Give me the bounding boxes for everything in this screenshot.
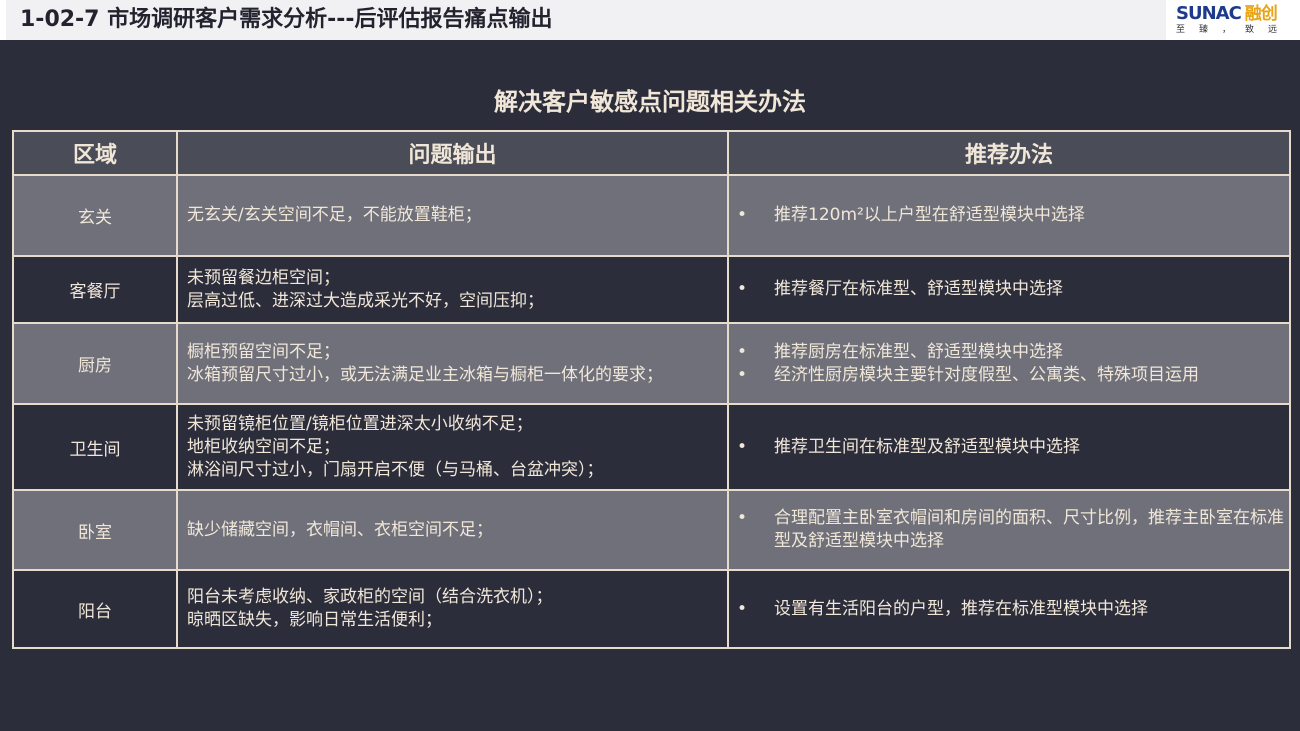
issues-cell: 未预留镜柜位置/镜柜位置进深太小收纳不足； 地柜收纳空间不足； 淋浴间尺寸过小，门扇…: [176, 403, 729, 491]
issue-line: 淋浴间尺寸过小，门扇开启不便（与马桶、台盆冲突）；: [187, 459, 604, 480]
section-heading: 解决客户敏感点问题相关办法: [494, 88, 806, 116]
solutions-cell: • 推荐厨房在标准型、舒适型模块中选择 • 经济性厨房模块主要针对度假型、公寓类、特殊…: [727, 322, 1291, 405]
table-row: 厨房 橱柜预留空间不足； 冰箱预留尺寸过小，或无法满足业主冰箱与橱柜一体化的要求； •…: [12, 322, 1291, 405]
area-cell: 厨房: [12, 322, 178, 405]
solutions-cell: • 推荐卫生间在标准型及舒适型模块中选择: [727, 403, 1291, 491]
issue-line: 无玄关/玄关空间不足，不能放置鞋柜；: [187, 205, 482, 225]
logo-brand: SUNAC: [1176, 3, 1242, 24]
area-cell: 卫生间: [12, 403, 178, 491]
issues-cell: 阳台未考虑收纳、家政柜的空间（结合洗衣机）； 晾晒区缺失，影响日常生活便利；: [176, 569, 729, 649]
solution-text: 推荐厨房在标准型、舒适型模块中选择: [774, 341, 1063, 362]
solution-text: 设置有生活阳台的户型，推荐在标准型模块中选择: [774, 598, 1148, 619]
area-cell: 客餐厅: [12, 255, 178, 324]
area-cell: 玄关: [12, 174, 178, 257]
column-header-solutions: 推荐办法: [727, 130, 1291, 176]
issue-line: 冰箱预留尺寸过小，或无法满足业主冰箱与橱柜一体化的要求；: [187, 364, 663, 385]
bullet-icon: •: [737, 508, 748, 528]
logo-cn: 融创: [1244, 4, 1278, 24]
table-row: 玄关 无玄关/玄关空间不足，不能放置鞋柜； • 推荐120m²以上户型在舒适型模块中选…: [12, 174, 1291, 257]
table-row: 卧室 缺少储藏空间，衣帽间、衣柜空间不足； • 合理配置主卧室衣帽间和房间的面积、尺寸…: [12, 489, 1291, 571]
solutions-cell: • 合理配置主卧室衣帽间和房间的面积、尺寸比例，推荐主卧室在标准型及舒适型模块中选…: [727, 489, 1291, 571]
area-cell: 阳台: [12, 569, 178, 649]
issue-line: 未预留镜柜位置/镜柜位置进深太小收纳不足；: [187, 413, 533, 434]
page-title: 1-02-7 市场调研客户需求分析---后评估报告痛点输出: [6, 0, 1166, 40]
issue-line: 阳台未考虑收纳、家政柜的空间（结合洗衣机）；: [187, 587, 553, 607]
column-header-issues: 问题输出: [176, 130, 729, 176]
bullet-icon: •: [737, 279, 748, 299]
solution-item: • 推荐餐厅在标准型、舒适型模块中选择: [737, 278, 1288, 301]
solutions-cell: • 推荐120m²以上户型在舒适型模块中选择: [727, 174, 1291, 257]
solution-text: 合理配置主卧室衣帽间和房间的面积、尺寸比例，推荐主卧室在标准型及舒适型模块中选择: [774, 508, 1284, 551]
table-row: 阳台 阳台未考虑收纳、家政柜的空间（结合洗衣机）； 晾晒区缺失，影响日常生活便利； •…: [12, 569, 1291, 649]
bullet-icon: •: [737, 436, 748, 457]
solution-text: 推荐120m²以上户型在舒适型模块中选择: [774, 205, 1085, 225]
solution-item: • 推荐卫生间在标准型及舒适型模块中选择: [737, 436, 1288, 459]
issues-cell: 缺少储藏空间，衣帽间、衣柜空间不足；: [176, 489, 729, 571]
issues-cell: 橱柜预留空间不足； 冰箱预留尺寸过小，或无法满足业主冰箱与橱柜一体化的要求；: [176, 322, 729, 405]
column-header-area: 区域: [12, 130, 178, 176]
issue-line: 晾晒区缺失，影响日常生活便利；: [187, 610, 442, 630]
solution-item: • 推荐120m²以上户型在舒适型模块中选择: [737, 204, 1288, 227]
solution-text: 推荐卫生间在标准型及舒适型模块中选择: [774, 436, 1080, 457]
solution-text: 推荐餐厅在标准型、舒适型模块中选择: [774, 279, 1063, 299]
solution-item: • 合理配置主卧室衣帽间和房间的面积、尺寸比例，推荐主卧室在标准型及舒适型模块中选…: [737, 507, 1288, 553]
table-row: 卫生间 未预留镜柜位置/镜柜位置进深太小收纳不足； 地柜收纳空间不足； 淋浴间尺寸过小…: [12, 403, 1291, 491]
top-bar: 1-02-7 市场调研客户需求分析---后评估报告痛点输出 SUNAC 融创 至臻…: [0, 0, 1300, 40]
solution-item: • 推荐厨房在标准型、舒适型模块中选择: [737, 341, 1288, 364]
logo-slogan: 至臻，致远: [1176, 25, 1292, 35]
issue-line: 地柜收纳空间不足；: [187, 436, 340, 457]
table-header: 区域 问题输出 推荐办法: [12, 130, 1291, 176]
bullet-icon: •: [737, 598, 748, 619]
issues-cell: 未预留餐边柜空间； 层高过低、进深过大造成采光不好，空间压抑；: [176, 255, 729, 324]
solution-text: 经济性厨房模块主要针对度假型、公寓类、特殊项目运用: [774, 364, 1199, 385]
bullet-icon: •: [737, 341, 748, 362]
solution-item: • 设置有生活阳台的户型，推荐在标准型模块中选择: [737, 598, 1288, 621]
solution-item: • 经济性厨房模块主要针对度假型、公寓类、特殊项目运用: [737, 364, 1288, 387]
sunac-logo: SUNAC 融创 至臻，致远: [1176, 4, 1296, 38]
solutions-cell: • 推荐餐厅在标准型、舒适型模块中选择: [727, 255, 1291, 324]
solutions-table: 区域 问题输出 推荐办法 玄关 无玄关/玄关空间不足，不能放置鞋柜； • 推荐120m…: [12, 130, 1291, 649]
area-cell: 卧室: [12, 489, 178, 571]
table-row: 客餐厅 未预留餐边柜空间； 层高过低、进深过大造成采光不好，空间压抑； • 推荐餐厅在标…: [12, 255, 1291, 324]
issue-line: 缺少储藏空间，衣帽间、衣柜空间不足；: [187, 519, 493, 540]
bullet-icon: •: [737, 364, 748, 385]
solutions-cell: • 设置有生活阳台的户型，推荐在标准型模块中选择: [727, 569, 1291, 649]
issues-cell: 无玄关/玄关空间不足，不能放置鞋柜；: [176, 174, 729, 257]
issue-line: 未预留餐边柜空间；: [187, 267, 340, 288]
issue-line: 层高过低、进深过大造成采光不好，空间压抑；: [187, 290, 544, 311]
issue-line: 橱柜预留空间不足；: [187, 341, 340, 362]
bullet-icon: •: [737, 205, 748, 225]
